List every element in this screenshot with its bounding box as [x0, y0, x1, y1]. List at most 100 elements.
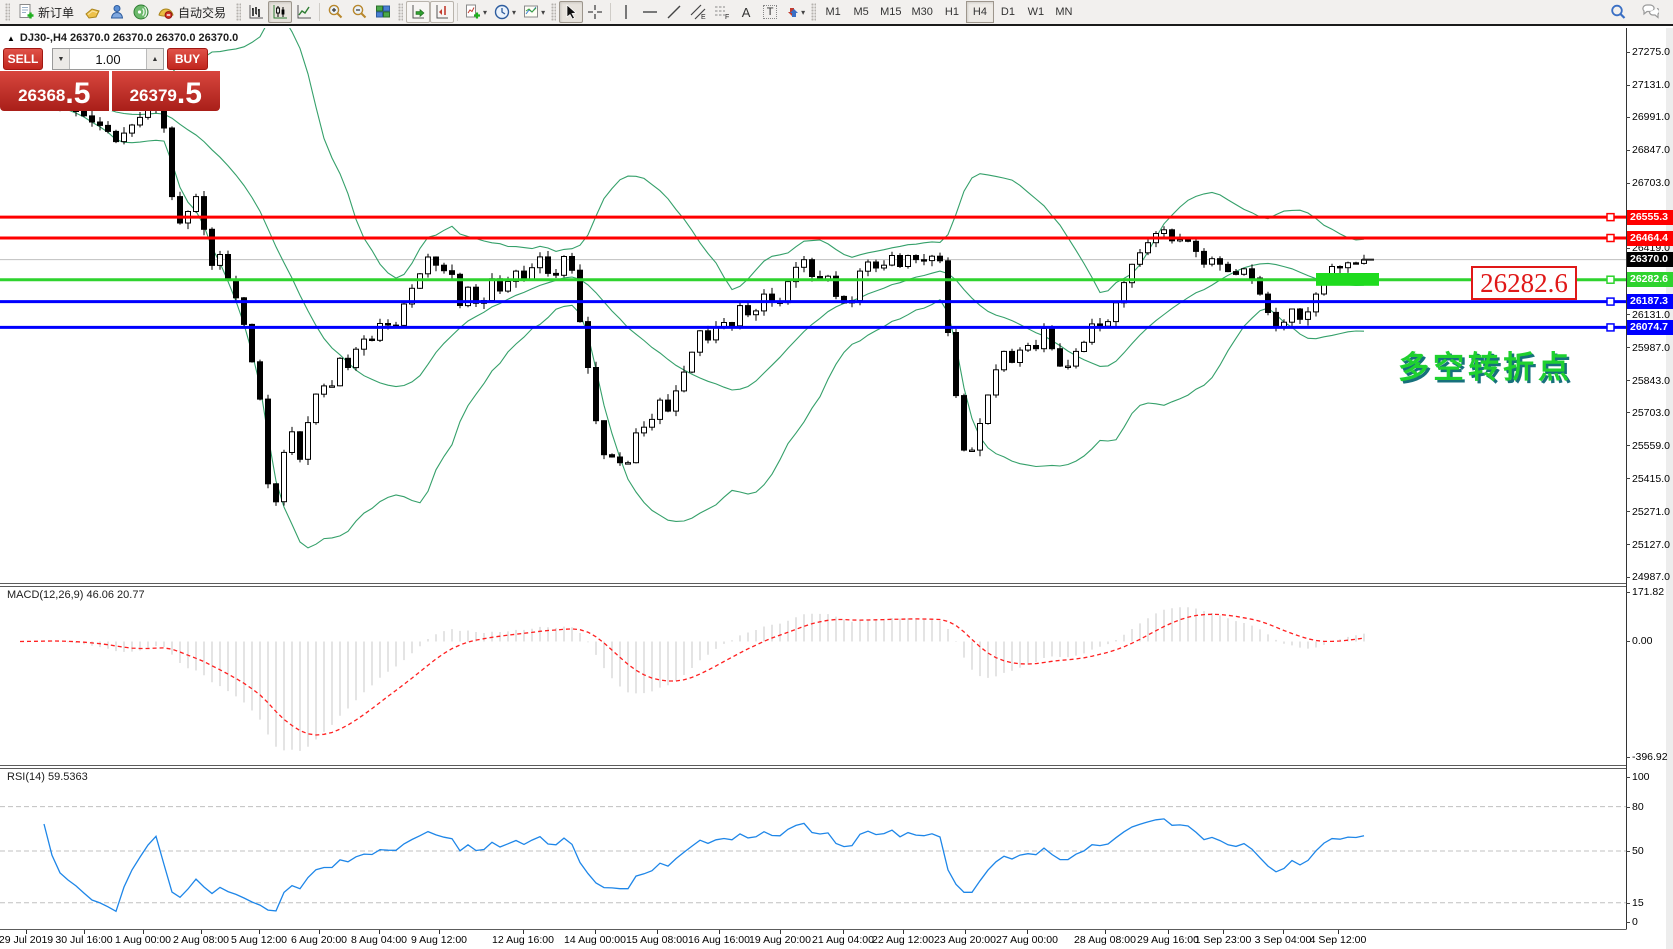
- profiles-button[interactable]: [81, 1, 105, 23]
- price-tick: 25843.0: [1626, 375, 1670, 387]
- price-tick: 27275.0: [1626, 46, 1670, 58]
- price-tick: 26991.0: [1626, 111, 1670, 123]
- market-watch-button[interactable]: [105, 1, 129, 23]
- candlestick-chart-button[interactable]: [268, 1, 292, 23]
- zoom-out-button[interactable]: [347, 1, 371, 23]
- rsi-scale-tick: 0: [1626, 916, 1638, 928]
- time-label: 9 Aug 12:00: [411, 934, 467, 946]
- arrows-button[interactable]: ▾: [782, 1, 808, 23]
- volume-increase-button[interactable]: ▲: [146, 49, 163, 69]
- vertical-line-button[interactable]: [614, 1, 638, 23]
- time-axis[interactable]: 29 Jul 201930 Jul 16:001 Aug 00:002 Aug …: [0, 930, 1626, 949]
- volume-value[interactable]: 1.00: [70, 49, 146, 69]
- collapse-triangle-icon[interactable]: ▲: [7, 34, 15, 43]
- zoom-in-button[interactable]: [323, 1, 347, 23]
- timeframe-M1[interactable]: M1: [819, 1, 847, 23]
- new-order-label: 新订单: [38, 4, 74, 21]
- timeframe-M15[interactable]: M15: [875, 1, 906, 23]
- chart-shift-button[interactable]: [430, 1, 454, 23]
- rsi-scale-tick: 15: [1626, 897, 1644, 909]
- fibonacci-icon: F: [713, 3, 731, 21]
- search-icon[interactable]: [1609, 3, 1627, 21]
- price-callout-box[interactable]: 26282.6: [1471, 266, 1577, 300]
- fibonacci-button[interactable]: F: [710, 1, 734, 23]
- current-price-label: 26370.0: [1627, 252, 1673, 267]
- price-tick: 25415.0: [1626, 473, 1670, 485]
- buy-button[interactable]: BUY: [167, 48, 208, 70]
- indicators-icon: [464, 3, 482, 21]
- equidistant-channel-button[interactable]: E: [686, 1, 710, 23]
- toolbar-separator: [610, 3, 611, 21]
- time-label: 16 Aug 16:00: [688, 934, 750, 946]
- sell-price-box[interactable]: 26368.5: [0, 71, 109, 111]
- timeframe-H4[interactable]: H4: [966, 1, 994, 23]
- cursor-button[interactable]: [559, 1, 583, 23]
- tile-windows-button[interactable]: [371, 1, 395, 23]
- bar-chart-icon: [247, 3, 265, 21]
- toolbar-grip[interactable]: [811, 3, 816, 21]
- indicators-caret: ▾: [483, 8, 487, 17]
- timeframe-H1[interactable]: H1: [938, 1, 966, 23]
- candlestick-chart-icon: [271, 3, 289, 21]
- bar-chart-button[interactable]: [244, 1, 268, 23]
- price-scale[interactable]: 27275.027131.026991.026847.026703.026419…: [1626, 28, 1673, 931]
- time-label: 1 Aug 00:00: [115, 934, 171, 946]
- auto-scroll-button[interactable]: [406, 1, 430, 23]
- equidistant-channel-icon: E: [689, 3, 707, 21]
- time-label: 3 Sep 04:00: [1255, 934, 1312, 946]
- level-price-label: 26187.3: [1627, 294, 1673, 309]
- trendline-button[interactable]: [662, 1, 686, 23]
- turning-point-annotation: 多空转折点: [1398, 342, 1573, 387]
- line-chart-icon: [295, 3, 313, 21]
- toolbar-grip[interactable]: [5, 3, 10, 21]
- trendline-icon: [665, 3, 683, 21]
- time-label: 12 Aug 16:00: [492, 934, 554, 946]
- buy-price-frac: .5: [177, 79, 202, 109]
- timeframe-W1[interactable]: W1: [1022, 1, 1050, 23]
- autotrading-button[interactable]: 自动交易: [153, 1, 233, 23]
- periods-clock-icon: [493, 3, 511, 21]
- text-label-button[interactable]: T: [758, 1, 782, 23]
- sell-button[interactable]: SELL: [3, 48, 43, 70]
- timeframe-M30[interactable]: M30: [907, 1, 938, 23]
- main-toolbar: 新订单 自动交: [0, 0, 1673, 26]
- time-label: 6 Aug 20:00: [291, 934, 347, 946]
- price-tick: 27131.0: [1626, 79, 1670, 91]
- time-label: 2 Aug 08:00: [173, 934, 229, 946]
- crosshair-button[interactable]: [583, 1, 607, 23]
- periods-caret: ▾: [512, 8, 516, 17]
- line-chart-button[interactable]: [292, 1, 316, 23]
- timeframe-M5[interactable]: M5: [847, 1, 875, 23]
- time-label: 4 Sep 12:00: [1310, 934, 1367, 946]
- auto-scroll-icon: [409, 3, 427, 21]
- rsi-scale-tick: 50: [1626, 845, 1644, 857]
- level-price-label: 26282.6: [1627, 272, 1673, 287]
- time-label: 22 Aug 12:00: [872, 934, 934, 946]
- time-label: 15 Aug 08:00: [626, 934, 688, 946]
- time-label: 19 Aug 20:00: [749, 934, 811, 946]
- chat-icon[interactable]: [1641, 3, 1659, 21]
- time-label: 27 Aug 00:00: [996, 934, 1058, 946]
- trade-panel-prices: 26368.5 26379.5: [0, 71, 220, 111]
- time-label: 23 Aug 20:00: [934, 934, 996, 946]
- arrows-icon: [785, 5, 800, 20]
- timeframe-D1[interactable]: D1: [994, 1, 1022, 23]
- price-tick: 25559.0: [1626, 440, 1670, 452]
- text-button[interactable]: A: [734, 1, 758, 23]
- horizontal-line-button[interactable]: [638, 1, 662, 23]
- symbol-title-text: DJ30-,H4 26370.0 26370.0 26370.0 26370.0: [20, 32, 238, 44]
- trade-panel-row: SELL ▼ 1.00 ▲ BUY: [0, 45, 220, 71]
- toolbar-grip[interactable]: [398, 3, 403, 21]
- timeframe-MN[interactable]: MN: [1050, 1, 1078, 23]
- svg-text:E: E: [701, 14, 706, 21]
- periods-button[interactable]: ▾: [490, 1, 519, 23]
- indicators-button[interactable]: ▾: [461, 1, 490, 23]
- signals-button[interactable]: [129, 1, 153, 23]
- toolbar-grip[interactable]: [551, 3, 556, 21]
- volume-decrease-button[interactable]: ▼: [53, 49, 70, 69]
- chart-canvas[interactable]: [0, 28, 1673, 949]
- buy-price-box[interactable]: 26379.5: [112, 71, 221, 111]
- templates-button[interactable]: ▾: [519, 1, 548, 23]
- new-order-button[interactable]: 新订单: [13, 1, 81, 23]
- toolbar-grip[interactable]: [236, 3, 241, 21]
